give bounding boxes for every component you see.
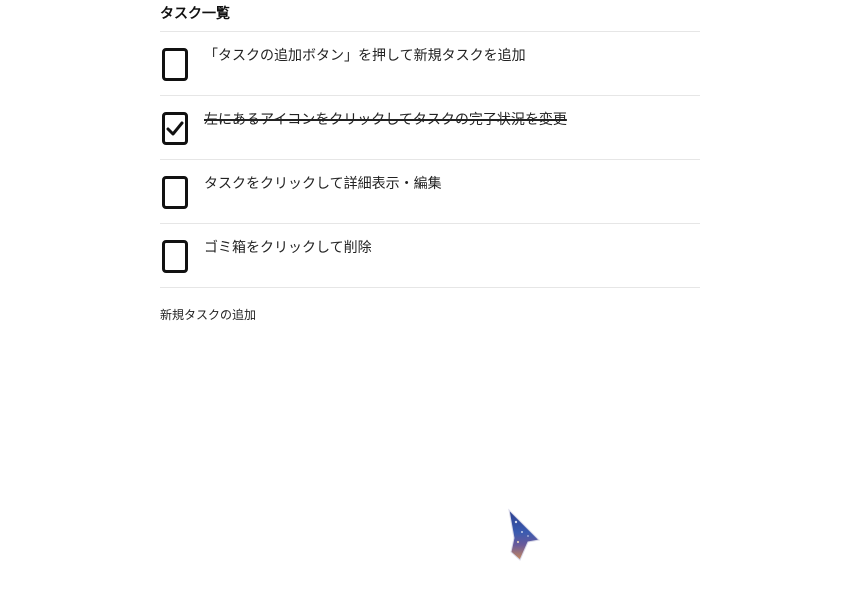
pointer-cursor-icon xyxy=(508,508,541,561)
task-label[interactable]: ゴミ箱をクリックして削除 xyxy=(204,238,372,258)
checkbox-empty-icon[interactable] xyxy=(162,240,188,273)
task-label[interactable]: タスクをクリックして詳細表示・編集 xyxy=(204,174,442,194)
task-row[interactable]: 「タスクの追加ボタン」を押して新規タスクを追加 xyxy=(160,32,700,96)
task-list-section: タスク一覧 「タスクの追加ボタン」を押して新規タスクを追加 左にあるアイコンをク… xyxy=(160,0,700,323)
checkmark-icon xyxy=(166,121,184,135)
task-label[interactable]: 左にあるアイコンをクリックしてタスクの完了状況を変更 xyxy=(204,110,567,130)
add-task-link[interactable]: 新規タスクの追加 xyxy=(160,306,256,323)
checkbox-empty-icon[interactable] xyxy=(162,176,188,209)
page: タスク一覧 「タスクの追加ボタン」を押して新規タスクを追加 左にあるアイコンをク… xyxy=(0,0,860,608)
task-row[interactable]: 左にあるアイコンをクリックしてタスクの完了状況を変更 xyxy=(160,96,700,160)
task-row[interactable]: ゴミ箱をクリックして削除 xyxy=(160,224,700,288)
task-label[interactable]: 「タスクの追加ボタン」を押して新規タスクを追加 xyxy=(204,46,526,66)
list-title: タスク一覧 xyxy=(160,0,700,32)
checkbox-checked-icon[interactable] xyxy=(162,112,188,145)
checkbox-empty-icon[interactable] xyxy=(162,48,188,81)
task-row[interactable]: タスクをクリックして詳細表示・編集 xyxy=(160,160,700,224)
